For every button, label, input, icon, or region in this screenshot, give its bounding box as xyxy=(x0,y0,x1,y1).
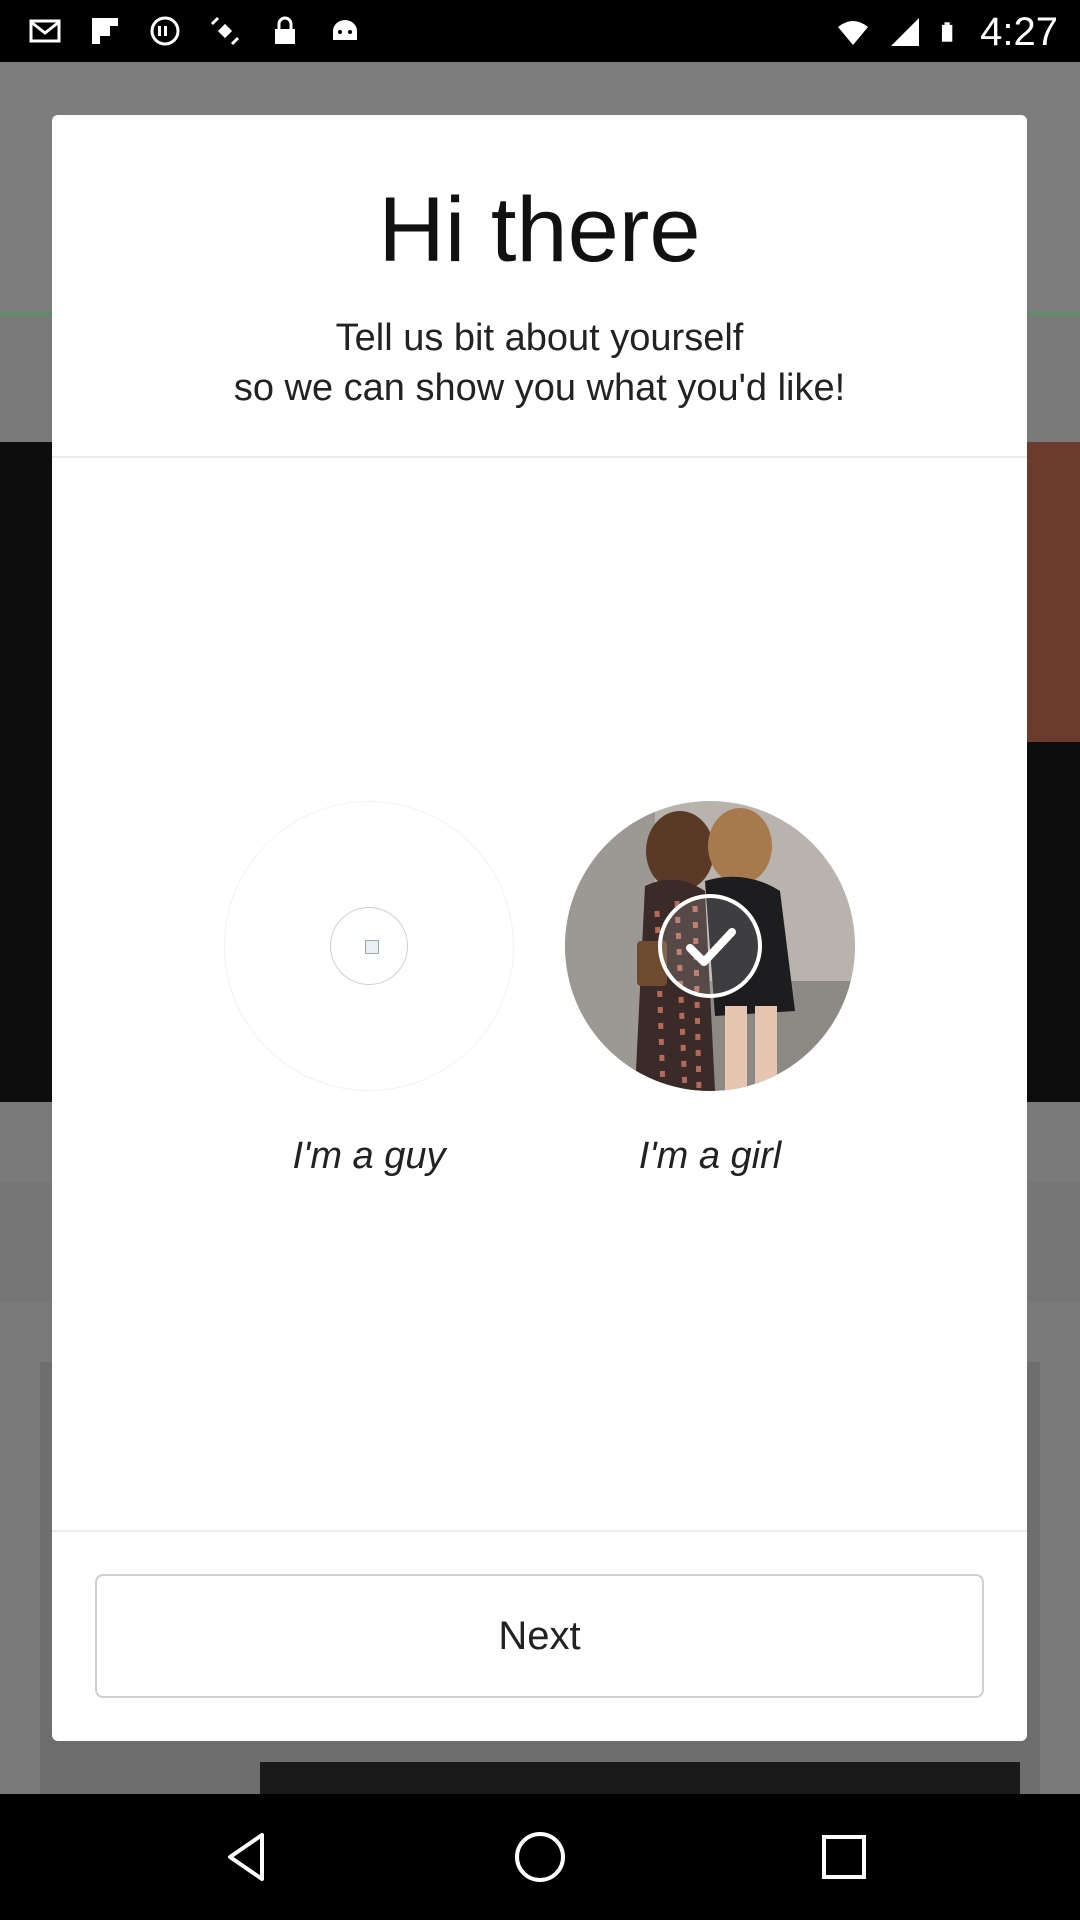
status-bar: 4:27 xyxy=(0,0,1080,62)
girl-avatar[interactable] xyxy=(565,801,855,1091)
onboarding-dialog: Hi there Tell us bit about yourself so w… xyxy=(52,115,1027,1741)
option-girl[interactable]: I'm a girl xyxy=(565,801,855,1178)
signal-icon xyxy=(891,18,920,46)
navigation-bar xyxy=(0,1794,1080,1920)
dialog-subtitle: Tell us bit about yourself so we can sho… xyxy=(52,313,1027,413)
flipboard-icon xyxy=(92,18,118,44)
subtitle-line-2: so we can show you what you'd like! xyxy=(233,367,846,409)
satellite-icon xyxy=(210,16,240,46)
home-icon[interactable] xyxy=(508,1825,572,1889)
mail-icon xyxy=(29,19,61,43)
lock-icon xyxy=(275,16,295,44)
option-guy[interactable]: I'm a guy xyxy=(224,801,514,1178)
next-button[interactable]: Next xyxy=(95,1574,984,1698)
android-icon xyxy=(333,20,357,40)
recents-icon[interactable] xyxy=(812,1825,876,1889)
clock: 4:27 xyxy=(980,10,1058,54)
subtitle-line-1: Tell us bit about yourself xyxy=(335,317,744,359)
block-icon xyxy=(150,16,180,46)
header-divider xyxy=(52,456,1027,458)
guy-avatar[interactable] xyxy=(224,801,514,1091)
option-guy-label: I'm a guy xyxy=(292,1135,446,1177)
back-icon[interactable] xyxy=(216,1825,280,1889)
broken-image-icon xyxy=(330,907,408,985)
dialog-title: Hi there xyxy=(378,179,701,281)
footer-divider xyxy=(52,1530,1027,1532)
wifi-icon xyxy=(838,21,869,45)
option-girl-label: I'm a girl xyxy=(638,1135,782,1177)
battery-icon xyxy=(942,22,953,42)
selected-check-icon xyxy=(658,894,762,998)
